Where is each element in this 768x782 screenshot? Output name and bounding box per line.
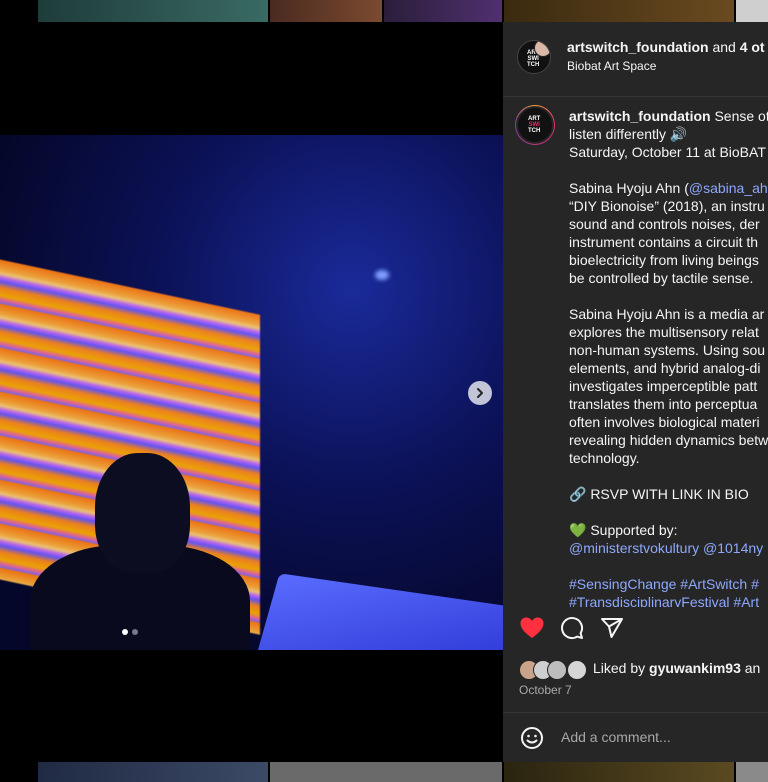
laptop xyxy=(237,573,503,650)
caption-text: sound and controls noises, der xyxy=(569,216,760,232)
post-details-panel: ART SWI TCH artswitch_foundation and 4 ot … xyxy=(503,22,768,762)
feed-thumbnail[interactable] xyxy=(504,0,734,22)
caption-text: non-human systems. Using sou xyxy=(569,342,766,358)
feed-thumbnail[interactable] xyxy=(270,762,502,782)
next-slide-button[interactable] xyxy=(468,381,492,405)
header-usernames[interactable]: artswitch_foundation and 4 ot xyxy=(567,39,765,55)
comment-bar xyxy=(503,712,768,762)
feed-thumbnail[interactable] xyxy=(270,0,382,22)
account-avatar[interactable]: ART SWI TCH xyxy=(517,40,551,74)
heart-icon[interactable] xyxy=(519,616,545,640)
post-caption: artswitch_foundation Sense ot listen dif… xyxy=(569,107,768,607)
feed-thumbnail[interactable] xyxy=(504,762,734,782)
caption-text: technology. xyxy=(569,450,640,466)
feed-strip-bottom xyxy=(0,762,768,782)
comment-input[interactable] xyxy=(559,728,763,746)
caption-text: explores the multisensory relat xyxy=(569,324,759,340)
feed-thumbnail[interactable] xyxy=(736,0,768,22)
caption-text: investigates imperceptible patt xyxy=(569,378,758,394)
caption-text: translates them into perceptua xyxy=(569,396,758,412)
liked-by-suffix: an xyxy=(740,660,761,676)
share-icon[interactable] xyxy=(600,616,624,640)
feed-thumbnail[interactable] xyxy=(384,0,502,22)
likes-summary: Liked by gyuwankim93 an xyxy=(519,660,768,680)
post-date[interactable]: October 7 xyxy=(519,683,572,697)
supported-by-line: 💚 Supported by: xyxy=(569,522,678,538)
caption-text: instrument contains a circuit th xyxy=(569,234,759,250)
liker-username[interactable]: gyuwankim93 xyxy=(649,660,741,676)
caption-avatar-image: ART SWI TCH xyxy=(516,106,554,144)
post-location[interactable]: Biobat Art Space xyxy=(567,59,656,73)
carousel-indicator xyxy=(122,629,138,635)
chevron-right-icon xyxy=(477,388,483,398)
caption-avatar[interactable]: ART SWI TCH xyxy=(515,105,555,145)
post-actions xyxy=(503,614,768,644)
hashtags[interactable]: #SensingChange #ArtSwitch # xyxy=(569,575,768,593)
caption-username[interactable]: artswitch_foundation xyxy=(569,108,711,124)
header-joiner: and xyxy=(712,39,736,55)
supporter-mentions[interactable]: @ministerstvokultury @1014ny xyxy=(569,539,768,557)
caption-text: revealing hidden dynamics betw xyxy=(569,432,768,448)
post-header: ART SWI TCH artswitch_foundation and 4 ot … xyxy=(503,22,768,97)
comment-icon[interactable] xyxy=(560,616,584,640)
caption-text: often involves biological materi xyxy=(569,414,760,430)
liker-avatar xyxy=(547,660,567,680)
liked-by-prefix: Liked by xyxy=(593,660,650,676)
performer-head xyxy=(95,453,190,573)
collaborator-avatar xyxy=(534,41,550,57)
caption-text: bioelectricity from living beings xyxy=(569,252,759,268)
ceiling-light xyxy=(375,270,389,280)
caption-text: be controlled by tactile sense. xyxy=(569,270,754,286)
liked-by-text: Liked by gyuwankim93 an xyxy=(593,660,760,676)
caption-text: Saturday, October 11 at BioBAT xyxy=(569,144,766,160)
artswitch-logo: ART SWI TCH xyxy=(528,116,541,134)
feed-thumbnail[interactable] xyxy=(38,762,268,782)
caption-text: Sabina Hyoju Ahn ( xyxy=(569,180,689,196)
header-account-name[interactable]: artswitch_foundation xyxy=(567,39,709,55)
mention-link[interactable]: @sabina_ah xyxy=(689,180,768,196)
carousel-dot xyxy=(132,629,138,635)
feed-thumbnail[interactable] xyxy=(736,762,768,782)
caption-text: listen differently 🔊 xyxy=(569,126,688,142)
caption-text: Sabina Hyoju Ahn is a media ar xyxy=(569,306,765,322)
carousel-dot xyxy=(122,629,128,635)
post-image[interactable] xyxy=(0,135,503,650)
rsvp-line: 🔗 RSVP WITH LINK IN BIO xyxy=(569,486,749,502)
header-others[interactable]: 4 ot xyxy=(740,39,765,55)
emoji-icon[interactable] xyxy=(520,726,544,750)
caption-text: Sense ot xyxy=(710,108,768,124)
feed-strip-top xyxy=(0,0,768,22)
feed-thumbnail[interactable] xyxy=(38,0,268,22)
liker-avatar xyxy=(567,660,587,680)
caption-text: “DIY Bionoise” (2018), an instru xyxy=(569,198,765,214)
caption-scroll-area[interactable]: ART SWI TCH artswitch_foundation Sense o… xyxy=(503,97,768,607)
caption-text: elements, and hybrid analog-di xyxy=(569,360,761,376)
hashtags[interactable]: #TransdisciplinaryFestival #Art xyxy=(569,593,768,607)
